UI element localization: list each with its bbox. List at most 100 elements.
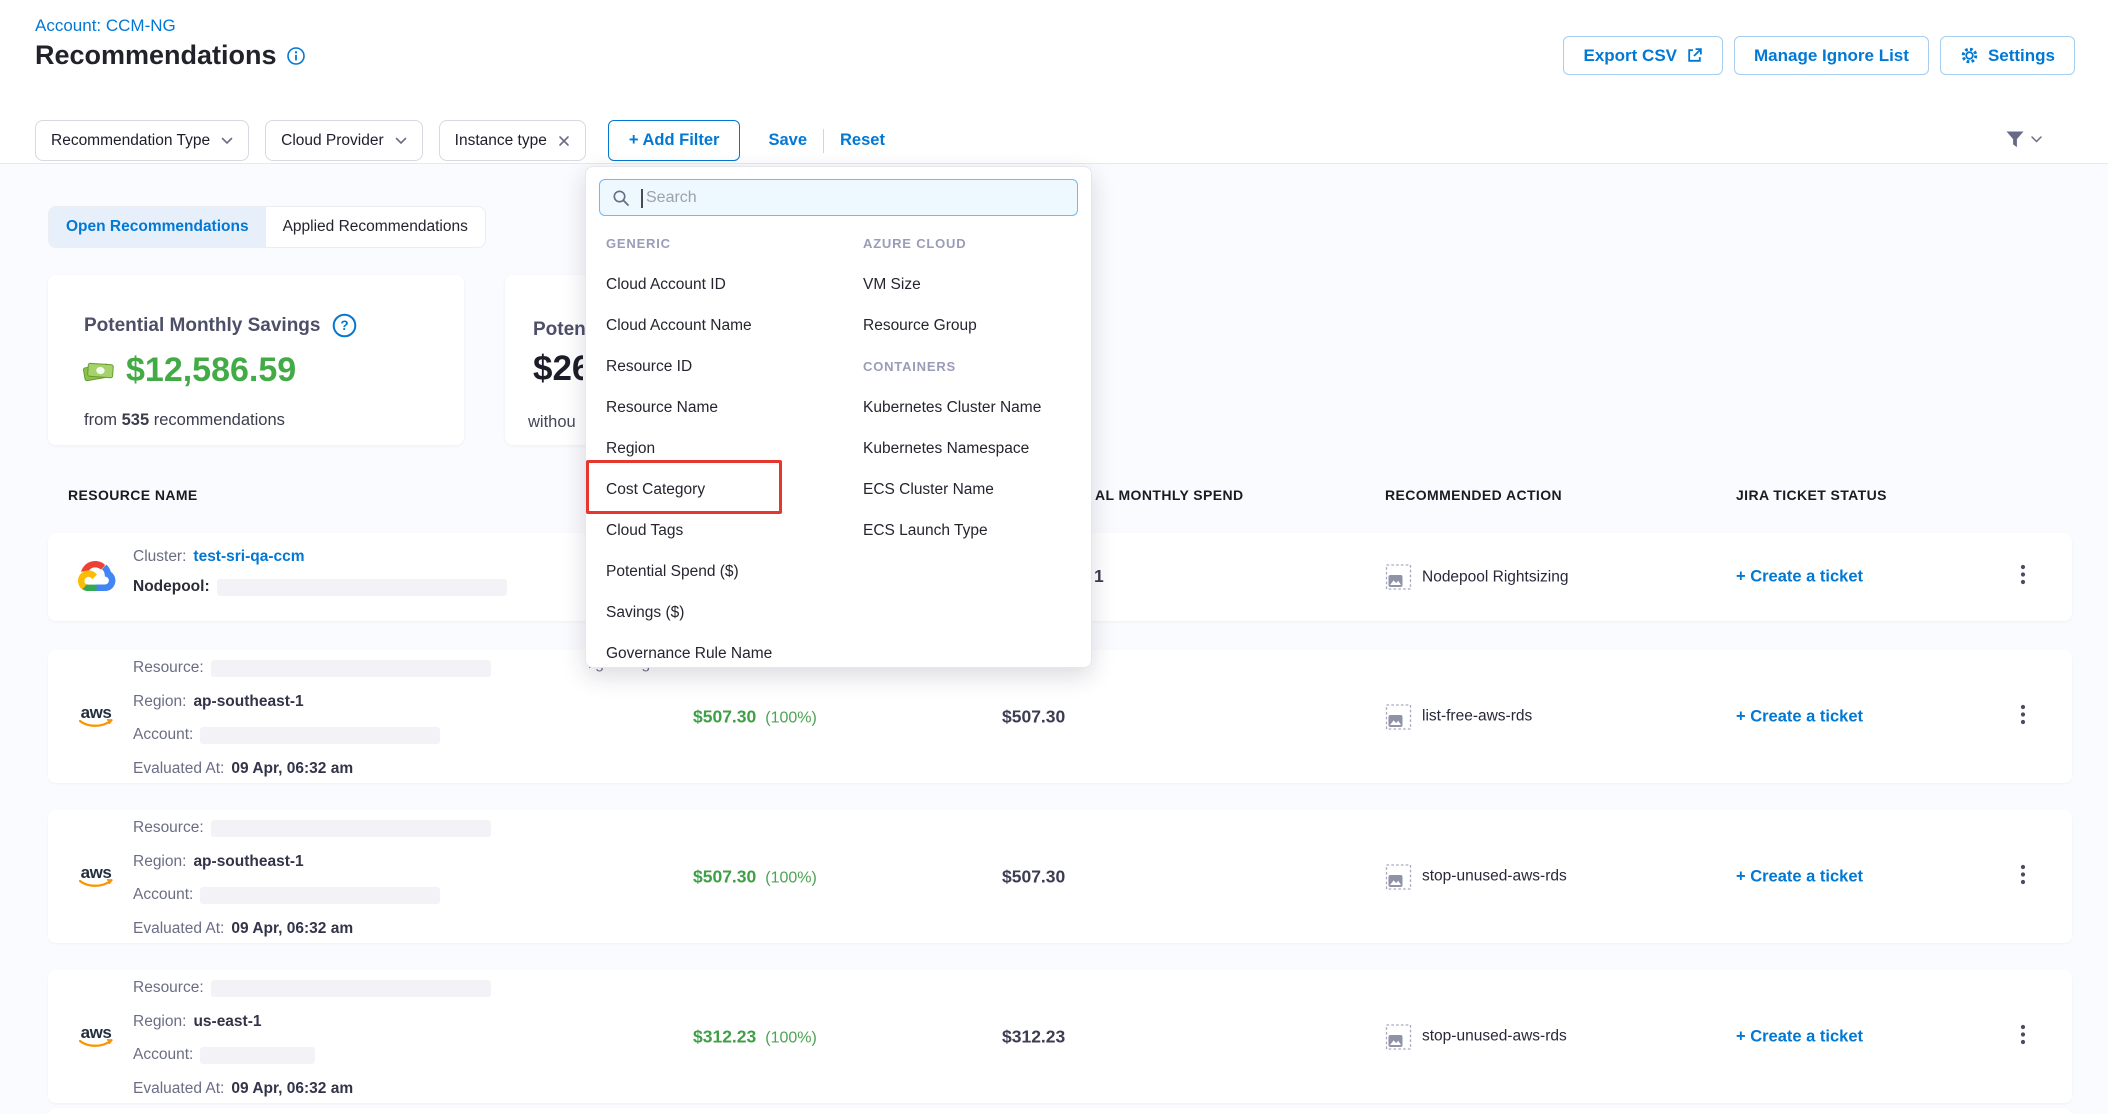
dropdown-column-generic: GENERIC Cloud Account ID Cloud Account N… xyxy=(606,223,851,674)
evaluated-at-label: Evaluated At: xyxy=(133,920,224,938)
dropdown-item-ecs-cluster-name[interactable]: ECS Cluster Name xyxy=(863,469,1083,510)
dropdown-item-kubernetes-namespace[interactable]: Kubernetes Namespace xyxy=(863,428,1083,469)
resource-label: Resource: xyxy=(133,979,204,997)
aws-icon: aws xyxy=(76,706,116,728)
external-link-icon xyxy=(1686,47,1703,64)
potential-monthly-savings-card: Potential Monthly Savings ? $12,586.59 f… xyxy=(48,275,464,445)
reset-filter-button[interactable]: Reset xyxy=(840,131,885,150)
search-input[interactable] xyxy=(600,180,1077,215)
savings-subtext: from 535 recommendations xyxy=(84,411,285,430)
create-ticket-link[interactable]: + Create a ticket xyxy=(1736,1027,1863,1046)
table-row[interactable]: aws Resource: Region: ap-southeast-1 Acc… xyxy=(48,650,2072,783)
aws-icon: aws xyxy=(76,866,116,888)
monthly-spend-value: $507.30 xyxy=(1002,706,1065,727)
column-header-recommended-action: RECOMMENDED ACTION xyxy=(1385,487,1562,503)
monthly-spend-value: $507.30 xyxy=(1002,866,1065,887)
recommendations-count: 535 xyxy=(122,411,150,429)
monthly-savings-value: $312.23 xyxy=(693,1026,756,1047)
breadcrumb[interactable]: Account: CCM-NG xyxy=(35,16,176,36)
filter-panel-toggle[interactable] xyxy=(2004,130,2042,149)
column-header-monthly-spend: AL MONTHLY SPEND xyxy=(1095,487,1244,503)
dropdown-item-cloud-account-name[interactable]: Cloud Account Name xyxy=(606,305,851,346)
savings-percentage: (100%) xyxy=(765,1029,817,1047)
row-menu-kebab-icon[interactable] xyxy=(2016,1020,2030,1054)
tab-open-recommendations[interactable]: Open Recommendations xyxy=(49,207,266,247)
aws-icon: aws xyxy=(76,1026,116,1048)
partial-card-title: Poten xyxy=(533,319,586,341)
monthly-savings-value: $507.30 xyxy=(693,706,756,727)
dropdown-item-kubernetes-cluster-name[interactable]: Kubernetes Cluster Name xyxy=(863,387,1083,428)
search-box xyxy=(599,179,1078,216)
money-icon xyxy=(82,358,116,384)
monthly-savings-value: $507.30 xyxy=(693,866,756,887)
filter-chip-cloud-provider[interactable]: Cloud Provider xyxy=(265,120,423,161)
header-actions: Export CSV Manage Ignore List Settings xyxy=(1563,36,2075,75)
export-csv-button[interactable]: Export CSV xyxy=(1563,36,1723,75)
close-icon[interactable] xyxy=(558,135,570,147)
nodepool-label: Nodepool: xyxy=(133,578,210,596)
region-value: ap-southeast-1 xyxy=(193,693,303,711)
dropdown-item-savings[interactable]: Savings ($) xyxy=(606,592,851,633)
resource-label: Resource: xyxy=(133,659,204,677)
dropdown-item-ecs-launch-type[interactable]: ECS Launch Type xyxy=(863,510,1083,551)
dropdown-item-resource-group[interactable]: Resource Group xyxy=(863,305,1083,346)
redacted-value xyxy=(200,1047,315,1064)
redacted-value xyxy=(211,980,491,997)
redacted-value xyxy=(200,727,440,744)
dropdown-item-cloud-account-id[interactable]: Cloud Account ID xyxy=(606,264,851,305)
resource-label: Resource: xyxy=(133,819,204,837)
save-filter-button[interactable]: Save xyxy=(768,131,807,150)
recommendation-type-label: Recommendation Type xyxy=(51,132,210,150)
next-row-sliver xyxy=(48,1108,2072,1114)
recommendations-tabs: Open Recommendations Applied Recommendat… xyxy=(48,206,486,248)
savings-percentage: (100%) xyxy=(765,709,817,727)
highlight-box-cost-category xyxy=(586,460,782,514)
table-row[interactable]: aws Resource: Region: ap-southeast-1 Acc… xyxy=(48,810,2072,943)
row-menu-kebab-icon[interactable] xyxy=(2016,860,2030,894)
settings-button[interactable]: Settings xyxy=(1940,36,2075,75)
dropdown-item-governance-rule-name[interactable]: Governance Rule Name xyxy=(606,633,851,674)
filter-chip-instance-type[interactable]: Instance type xyxy=(439,120,586,161)
gear-icon xyxy=(1960,46,1979,65)
savings-card-title: Potential Monthly Savings xyxy=(84,315,320,337)
section-header-containers: CONTAINERS xyxy=(863,346,1083,387)
filter-chip-recommendation-type[interactable]: Recommendation Type xyxy=(35,120,249,161)
dropdown-column-cloud: AZURE CLOUD VM Size Resource Group CONTA… xyxy=(863,223,1083,551)
partial-card-amount: $26 xyxy=(533,349,583,389)
section-header-azure-cloud: AZURE CLOUD xyxy=(863,223,1083,264)
image-placeholder-icon xyxy=(1385,564,1412,591)
chevron-down-icon xyxy=(2031,136,2042,143)
cluster-name-link[interactable]: test-sri-qa-ccm xyxy=(193,548,304,566)
redacted-value xyxy=(217,579,507,596)
section-header-generic: GENERIC xyxy=(606,223,851,264)
funnel-icon xyxy=(2004,130,2026,149)
recommended-action-label: Nodepool Rightsizing xyxy=(1422,568,1568,586)
create-ticket-link[interactable]: + Create a ticket xyxy=(1736,867,1863,886)
help-icon[interactable]: ? xyxy=(332,313,357,338)
info-icon[interactable] xyxy=(286,46,306,66)
table-row[interactable]: aws Resource: Region: us-east-1 Account:… xyxy=(48,970,2072,1103)
add-filter-button[interactable]: + Add Filter xyxy=(608,120,741,161)
tab-applied-recommendations[interactable]: Applied Recommendations xyxy=(266,207,485,247)
region-label: Region: xyxy=(133,853,186,871)
account-label: Account: xyxy=(133,886,193,904)
evaluated-at-label: Evaluated At: xyxy=(133,1080,224,1098)
page-header: Account: CCM-NG Recommendations Export C… xyxy=(0,0,2108,164)
create-ticket-link[interactable]: + Create a ticket xyxy=(1736,707,1863,726)
savings-percentage: (100%) xyxy=(765,869,817,887)
dropdown-item-potential-spend[interactable]: Potential Spend ($) xyxy=(606,551,851,592)
dropdown-item-resource-id[interactable]: Resource ID xyxy=(606,346,851,387)
dropdown-item-cloud-tags[interactable]: Cloud Tags xyxy=(606,510,851,551)
dropdown-item-resource-name[interactable]: Resource Name xyxy=(606,387,851,428)
partial-card-subtext: withou xyxy=(528,413,576,432)
create-ticket-link[interactable]: + Create a ticket xyxy=(1736,568,1863,587)
dropdown-item-vm-size[interactable]: VM Size xyxy=(863,264,1083,305)
row-menu-kebab-icon[interactable] xyxy=(2016,700,2030,734)
cloud-provider-label: Cloud Provider xyxy=(281,132,384,150)
manage-ignore-list-button[interactable]: Manage Ignore List xyxy=(1734,36,1929,75)
export-csv-label: Export CSV xyxy=(1583,46,1677,66)
account-label: Account: xyxy=(133,726,193,744)
filter-bar: Recommendation Type Cloud Provider Insta… xyxy=(35,120,885,161)
divider xyxy=(823,129,824,153)
row-menu-kebab-icon[interactable] xyxy=(2016,560,2030,594)
